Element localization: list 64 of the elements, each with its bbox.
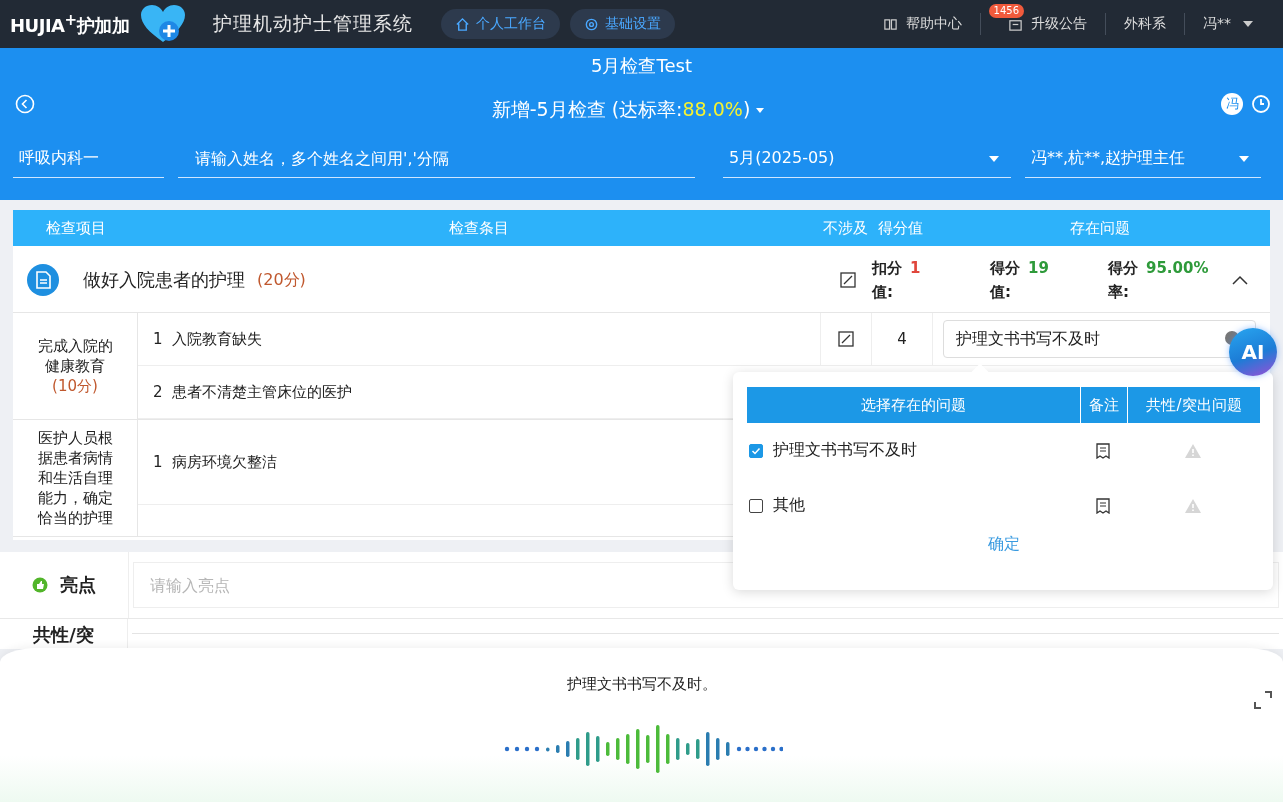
caret-icon (1239, 155, 1249, 162)
section-points: (20分) (257, 269, 306, 291)
logo-text: HUJIA$^{+}$护加加 (10, 10, 130, 38)
column-header: 备注 (1080, 387, 1127, 423)
nav-button[interactable]: 个人工作台 (441, 9, 561, 39)
app-title: 护理机动护士管理系统 (213, 11, 414, 36)
section-title: 做好入院患者的护理 (83, 268, 245, 292)
checkbox[interactable] (749, 498, 763, 513)
nav-button[interactable]: 基础设置 (570, 9, 676, 39)
notice-link[interactable]: 升级公告 (990, 15, 1105, 33)
stat-value: 1 (910, 258, 921, 279)
document-icon (27, 264, 59, 296)
column-header: 存在问题 (1069, 218, 1131, 238)
column-header: 检查条目 (448, 218, 510, 238)
book-icon (882, 16, 898, 32)
column-header: 选择存在的问题 (860, 395, 967, 416)
history-icon[interactable] (1251, 94, 1271, 114)
stat-value: 19 (1028, 258, 1049, 279)
page-subtitle: 新增-5月检查 (达标率:88.0%) (491, 97, 751, 122)
department-field[interactable]: 呼吸内科一 (13, 140, 164, 178)
stat-label: 得分率: (1108, 258, 1139, 303)
transcript-text: 护理文书书写不及时。 (565, 675, 718, 694)
caret-icon (1243, 21, 1253, 27)
option-label: 其他 (773, 495, 805, 516)
select-field[interactable]: 冯**,杭**,赵护理主任 (1025, 140, 1261, 178)
column-header: 不涉及 (821, 218, 869, 238)
heart-logo-icon (139, 4, 188, 44)
thumbs-up-icon (32, 577, 48, 593)
user-menu[interactable]: 冯** (1185, 15, 1271, 33)
criterion-text: 1 入院教育缺失 (152, 329, 264, 349)
help-link[interactable]: 帮助中心 (864, 15, 980, 33)
option-label: 护理文书书写不及时 (773, 440, 917, 461)
back-icon[interactable] (15, 94, 35, 114)
confirm-button[interactable]: 确定 (981, 533, 1026, 556)
item-name: 医护人员根据患者病情和生活自理能力，确定恰当的护理 (36, 428, 114, 528)
note-label: 亮点 (60, 573, 96, 597)
name-input[interactable]: 请输入姓名，多个姓名之间用','分隔 (178, 140, 695, 178)
stat-label: 得分值: (990, 258, 1021, 303)
avatar[interactable]: 冯 (1221, 93, 1243, 115)
home-icon (455, 16, 471, 32)
column-header: 得分值 (876, 218, 924, 238)
criterion-text: 2 患者不清楚主管床位的医护 (152, 382, 354, 402)
page-title: 5月检查Test (590, 54, 693, 78)
expand-icon[interactable] (1253, 690, 1273, 710)
stat-label: 扣分值: (872, 258, 903, 303)
note-icon[interactable] (1096, 497, 1110, 514)
caret-icon[interactable] (756, 107, 765, 113)
score-value: 4 (897, 330, 907, 348)
select-field[interactable]: 5月(2025-05) (723, 140, 1011, 178)
column-header: 检查项目 (44, 218, 107, 238)
department-label: 外科系 (1123, 15, 1167, 33)
caret-icon (989, 155, 999, 162)
item-name: 完成入院的健康教育 (10分) (36, 336, 114, 396)
slash-checkbox-icon[interactable] (838, 331, 854, 347)
settings-icon (584, 16, 600, 32)
column-header: 共性/突出问题 (1127, 387, 1260, 423)
slash-checkbox-icon[interactable] (840, 272, 856, 288)
count-badge: 1456 (988, 4, 1024, 18)
note-label: 共性/突 (33, 623, 94, 647)
chevron-icon[interactable] (1232, 275, 1248, 285)
criterion-text: 1 病房环境欠整洁 (152, 452, 279, 472)
checkbox[interactable] (749, 443, 763, 458)
stat-value: 95.00% (1146, 258, 1209, 279)
note-icon[interactable] (1096, 442, 1110, 459)
